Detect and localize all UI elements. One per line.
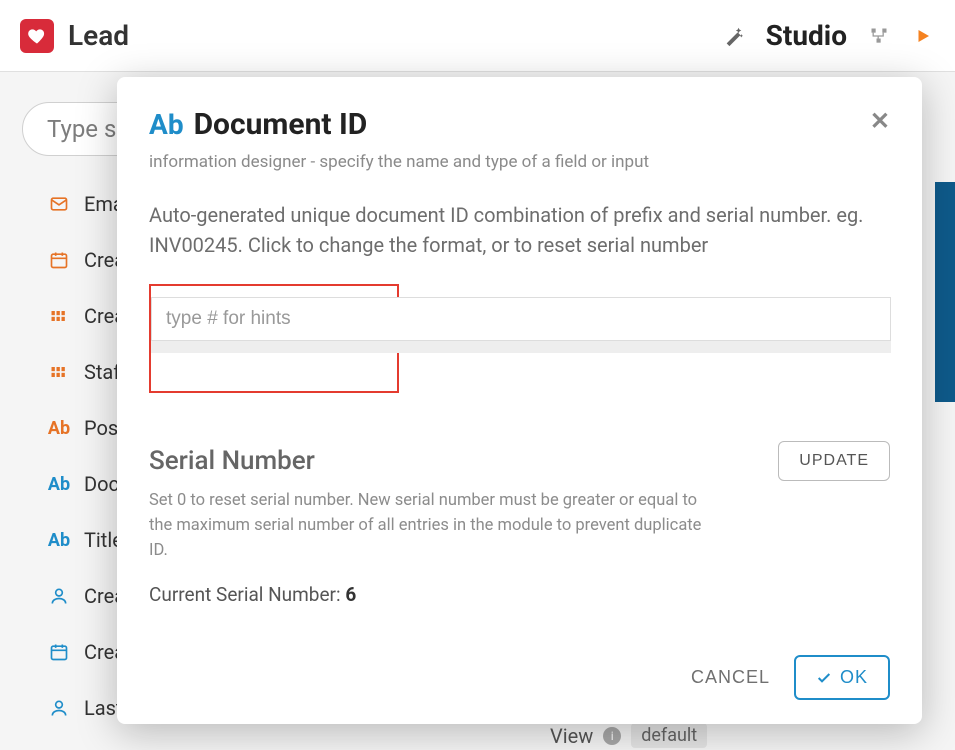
heart-icon	[20, 19, 54, 53]
close-icon[interactable]: ✕	[870, 107, 890, 135]
check-icon	[816, 670, 832, 686]
page-title: Lead	[68, 19, 129, 52]
serial-current: Current Serial Number: 6	[149, 583, 890, 606]
sidebar-item-label: Doc	[84, 472, 119, 496]
right-panel	[935, 182, 955, 402]
serial-current-prefix: Current Serial Number:	[149, 583, 345, 606]
ok-button[interactable]: OK	[794, 655, 890, 700]
calendar-icon	[48, 249, 70, 271]
ab-icon: Ab	[48, 473, 70, 495]
mail-icon	[48, 193, 70, 215]
play-icon[interactable]	[911, 24, 935, 48]
dialog-footer: CANCEL OK	[149, 635, 890, 700]
person-icon	[48, 697, 70, 719]
update-button[interactable]: UPDATE	[778, 441, 890, 481]
cancel-button[interactable]: CANCEL	[691, 667, 770, 688]
info-icon[interactable]: i	[603, 727, 621, 745]
format-input-shadow	[151, 341, 891, 353]
ab-icon: Ab	[149, 108, 184, 141]
format-input[interactable]	[151, 297, 891, 341]
dialog-description: Auto-generated unique document ID combin…	[149, 200, 890, 260]
serial-current-value: 6	[345, 583, 356, 606]
serial-number-section: Serial Number UPDATE Set 0 to reset seri…	[149, 441, 890, 606]
serial-help-text: Set 0 to reset serial number. New serial…	[149, 489, 709, 563]
topbar-right: Studio	[722, 19, 935, 52]
ok-button-label: OK	[840, 667, 868, 688]
person-icon	[48, 585, 70, 607]
dialog-header: Ab Document ID ✕	[149, 107, 890, 142]
sidebar-item-label: Staf	[84, 360, 120, 384]
ab-icon: Ab	[48, 529, 70, 551]
dialog-title: Document ID	[194, 107, 368, 142]
view-chip[interactable]: default	[631, 723, 707, 748]
calendar-icon	[48, 641, 70, 663]
serial-heading-row: Serial Number UPDATE	[149, 441, 890, 481]
topbar-left: Lead	[20, 19, 129, 53]
bottom-strip: View i default	[550, 723, 707, 748]
grid-icon	[48, 305, 70, 327]
wand-icon[interactable]	[722, 24, 746, 48]
dialog-subtitle: information designer - specify the name …	[149, 152, 890, 172]
document-id-dialog: Ab Document ID ✕ information designer - …	[117, 77, 922, 724]
topbar: Lead Studio	[0, 0, 955, 72]
dialog-title-row: Ab Document ID	[149, 107, 367, 142]
studio-label[interactable]: Studio	[766, 19, 847, 52]
serial-heading: Serial Number	[149, 446, 315, 476]
search-placeholder: Type s	[47, 115, 116, 143]
view-label: View	[550, 724, 593, 748]
grid-icon	[48, 361, 70, 383]
format-section: Format Ab	[149, 260, 890, 393]
nodes-icon[interactable]	[867, 24, 891, 48]
ab-icon: Ab	[48, 417, 70, 439]
